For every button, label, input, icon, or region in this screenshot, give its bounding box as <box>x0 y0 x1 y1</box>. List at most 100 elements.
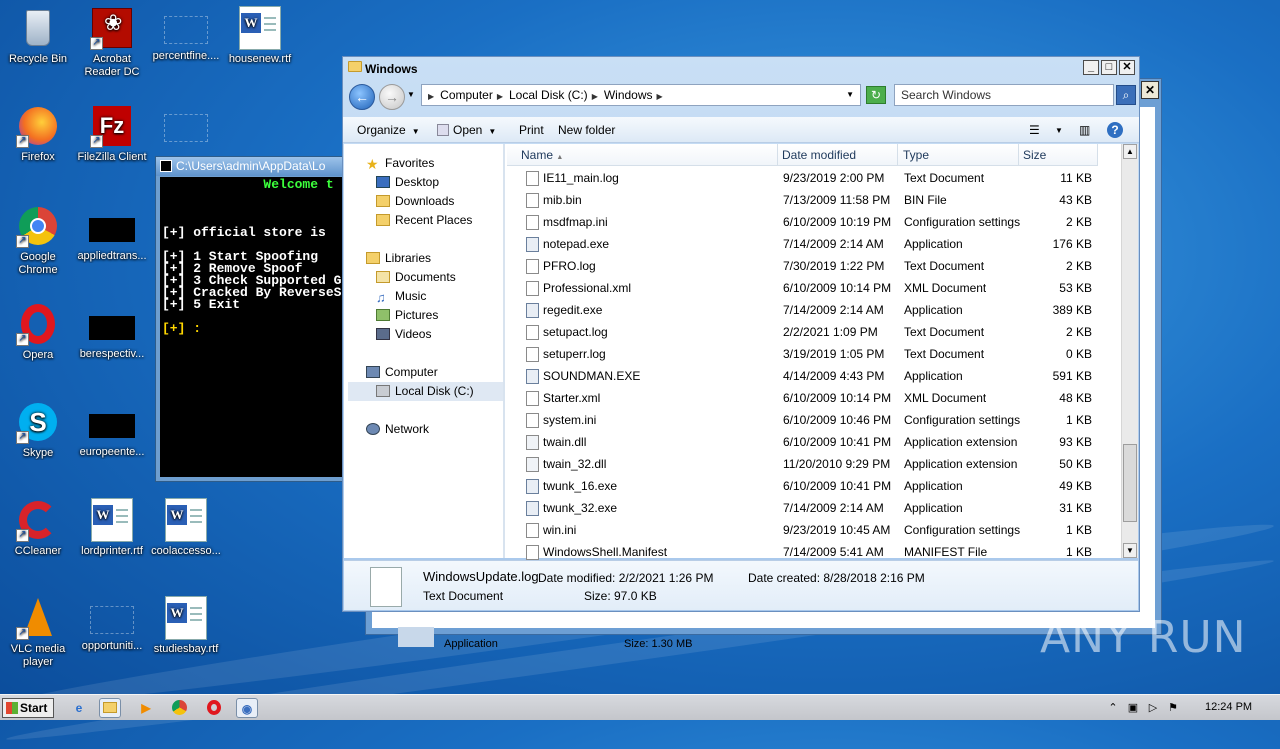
desktop-icon-berespectiv[interactable]: berespectiv... <box>74 302 150 361</box>
scroll-thumb[interactable] <box>1123 444 1137 522</box>
file-row[interactable]: IE11_main.log 9/23/2019 2:00 PM Text Docum… <box>507 167 1120 189</box>
console-window[interactable]: C:\Users\admin\AppData\Lo Welcome t [+] o… <box>155 156 345 482</box>
desktop-icon-percentfine[interactable]: percentfine.... <box>148 6 224 63</box>
media-player-icon[interactable]: ▶ <box>135 698 157 718</box>
column-size[interactable]: Size <box>1019 144 1098 166</box>
nav-recent-places[interactable]: Recent Places <box>376 213 472 227</box>
breadcrumb-chevron-icon[interactable]: ▶ <box>592 92 598 101</box>
explorer-taskbar-icon[interactable] <box>99 698 121 718</box>
file-row[interactable]: twunk_32.exe 7/14/2009 2:14 AM Application… <box>507 497 1120 519</box>
network-tray-icon[interactable]: ▣ <box>1126 701 1140 715</box>
console-taskbar-icon[interactable]: ◉ <box>236 698 258 718</box>
file-row[interactable]: PFRO.log 7/30/2019 1:22 PM Text Document 2 … <box>507 255 1120 277</box>
start-button[interactable]: Start <box>2 698 54 718</box>
views-icon[interactable]: ☰ <box>1029 123 1040 137</box>
internet-explorer-icon[interactable]: e <box>68 698 90 718</box>
breadcrumb-chevron-icon[interactable]: ▶ <box>428 92 434 101</box>
desktop-icon-housenew[interactable]: W housenew.rtf <box>222 6 298 66</box>
file-row[interactable]: twunk_16.exe 6/10/2009 10:41 PM Applicatio… <box>507 475 1120 497</box>
breadcrumb-windows[interactable]: Windows <box>604 88 653 102</box>
chrome-taskbar-icon[interactable] <box>168 698 190 718</box>
maximize-button[interactable]: □ <box>1101 60 1117 75</box>
refresh-button[interactable]: ↻ <box>866 86 886 104</box>
open-button[interactable]: Open ▼ <box>437 123 496 137</box>
search-input[interactable]: Search Windows <box>894 84 1114 106</box>
desktop-icon-filezilla[interactable]: Fz ↗ FileZilla Client <box>74 104 150 164</box>
breadcrumb-computer[interactable]: Computer <box>440 88 493 102</box>
desktop-icon-europeente[interactable]: europeente... <box>74 400 150 459</box>
file-row[interactable]: twain.dll 6/10/2009 10:41 PM Application e… <box>507 431 1120 453</box>
file-row[interactable]: SOUNDMAN.EXE 4/14/2009 4:43 PM Application… <box>507 365 1120 387</box>
vertical-scrollbar[interactable]: ▲ ▼ <box>1121 144 1138 558</box>
desktop-icon-skype[interactable]: S ↗ Skype <box>0 400 76 460</box>
desktop-icon-recycle-bin[interactable]: Recycle Bin <box>0 6 76 66</box>
column-date-modified[interactable]: Date modified <box>778 144 898 166</box>
volume-tray-icon[interactable]: ▷ <box>1146 701 1160 715</box>
new-folder-button[interactable]: New folder <box>558 123 615 137</box>
nav-computer[interactable]: Computer <box>366 365 438 379</box>
close-button[interactable]: ✕ <box>1119 60 1135 75</box>
nav-music[interactable]: ♫ Music <box>376 289 426 304</box>
file-row[interactable]: notepad.exe 7/14/2009 2:14 AM Application 1… <box>507 233 1120 255</box>
file-row[interactable]: msdfmap.ini 6/10/2009 10:19 PM Configurati… <box>507 211 1120 233</box>
nav-desktop[interactable]: Desktop <box>376 175 439 189</box>
desktop-icon-coolaccesso[interactable]: W coolaccesso... <box>148 498 224 558</box>
column-type[interactable]: Type <box>898 144 1019 166</box>
desktop-icon-lordprinter[interactable]: W lordprinter.rtf <box>74 498 150 558</box>
file-row[interactable]: win.ini 9/23/2019 10:45 AM Configuration s… <box>507 519 1120 541</box>
help-icon[interactable]: ? <box>1107 122 1123 138</box>
file-row[interactable]: twain_32.dll 11/20/2010 9:29 PM Applicatio… <box>507 453 1120 475</box>
print-button[interactable]: Print <box>519 123 544 137</box>
tray-expand-icon[interactable]: ⌃ <box>1106 701 1120 715</box>
action-center-flag-icon[interactable]: ⚑ <box>1166 701 1180 715</box>
desktop-icon-acrobat[interactable]: ❀ ↗ Acrobat Reader DC <box>74 6 150 79</box>
desktop-icon-appliedtrans[interactable]: appliedtrans... <box>74 204 150 263</box>
explorer-window[interactable]: Windows _ □ ✕ ← → ▼ ▶ Computer ▶ Local Disk… <box>342 56 1140 612</box>
nav-favorites[interactable]: ★ Favorites <box>366 156 434 171</box>
recent-pages-chevron-icon[interactable]: ▼ <box>407 90 415 99</box>
breadcrumb-chevron-icon[interactable]: ▶ <box>497 92 503 101</box>
nav-downloads[interactable]: Downloads <box>376 194 454 208</box>
minimize-button[interactable]: _ <box>1083 60 1099 75</box>
views-dropdown-icon[interactable]: ▼ <box>1055 126 1063 135</box>
nav-videos[interactable]: Videos <box>376 327 431 341</box>
desktop-icon-firefox[interactable]: ↗ Firefox <box>0 104 76 164</box>
desktop-icon-chrome[interactable]: ↗ Google Chrome <box>0 204 76 277</box>
file-row[interactable]: mib.bin 7/13/2009 11:58 PM BIN File 43 KB <box>507 189 1120 211</box>
file-row[interactable]: setuperr.log 3/19/2019 1:05 PM Text Docume… <box>507 343 1120 365</box>
file-row[interactable]: Starter.xml 6/10/2009 10:14 PM XML Documen… <box>507 387 1120 409</box>
desktop-icon-opportuniti[interactable]: opportuniti... <box>74 596 150 653</box>
console-titlebar[interactable]: C:\Users\admin\AppData\Lo <box>156 157 344 176</box>
desktop-icon-vlc[interactable]: ↗ VLC media player <box>0 596 76 669</box>
file-row[interactable]: system.ini 6/10/2009 10:46 PM Configuratio… <box>507 409 1120 431</box>
nav-libraries[interactable]: Libraries <box>366 251 431 265</box>
organize-button[interactable]: Organize ▼ <box>357 123 420 137</box>
window-titlebar[interactable]: Windows _ □ ✕ <box>343 57 1139 79</box>
desktop-icon-ccleaner[interactable]: ↗ CCleaner <box>0 498 76 558</box>
desktop-icon-studiesbay[interactable]: W studiesbay.rtf <box>148 596 224 656</box>
nav-local-disk[interactable]: Local Disk (C:) <box>348 382 503 401</box>
console-output[interactable]: Welcome t [+] official store is [+] 1 Sta… <box>160 177 344 477</box>
scroll-down-icon[interactable]: ▼ <box>1123 543 1137 558</box>
file-row[interactable]: setupact.log 2/2/2021 1:09 PM Text Documen… <box>507 321 1120 343</box>
back-button[interactable]: ← <box>349 84 375 110</box>
address-bar[interactable]: ▶ Computer ▶ Local Disk (C:) ▶ Windows ▶ ▼ <box>421 84 861 106</box>
breadcrumb-local-disk[interactable]: Local Disk (C:) <box>509 88 588 102</box>
file-row[interactable]: regedit.exe 7/14/2009 2:14 AM Application 3… <box>507 299 1120 321</box>
address-dropdown-icon[interactable]: ▼ <box>846 85 854 105</box>
breadcrumb-chevron-icon[interactable]: ▶ <box>657 92 663 101</box>
column-name[interactable]: Name ▲ <box>507 144 778 166</box>
desktop-icon-opera[interactable]: ↗ Opera <box>0 302 76 362</box>
file-row[interactable]: Professional.xml 6/10/2009 10:14 PM XML Do… <box>507 277 1120 299</box>
scroll-up-icon[interactable]: ▲ <box>1123 144 1137 159</box>
preview-pane-icon[interactable]: ▥ <box>1079 123 1090 137</box>
nav-network[interactable]: Network <box>366 422 429 436</box>
opera-taskbar-icon[interactable] <box>203 698 225 718</box>
nav-pictures[interactable]: Pictures <box>376 308 438 322</box>
clock[interactable]: 12:24 PM <box>1205 701 1252 713</box>
nav-documents[interactable]: Documents <box>376 270 456 284</box>
desktop-icon-blank[interactable] <box>148 104 224 148</box>
forward-button[interactable]: → <box>379 84 405 110</box>
close-icon[interactable]: ✕ <box>1141 81 1159 99</box>
search-icon[interactable]: ⌕ <box>1116 85 1136 105</box>
